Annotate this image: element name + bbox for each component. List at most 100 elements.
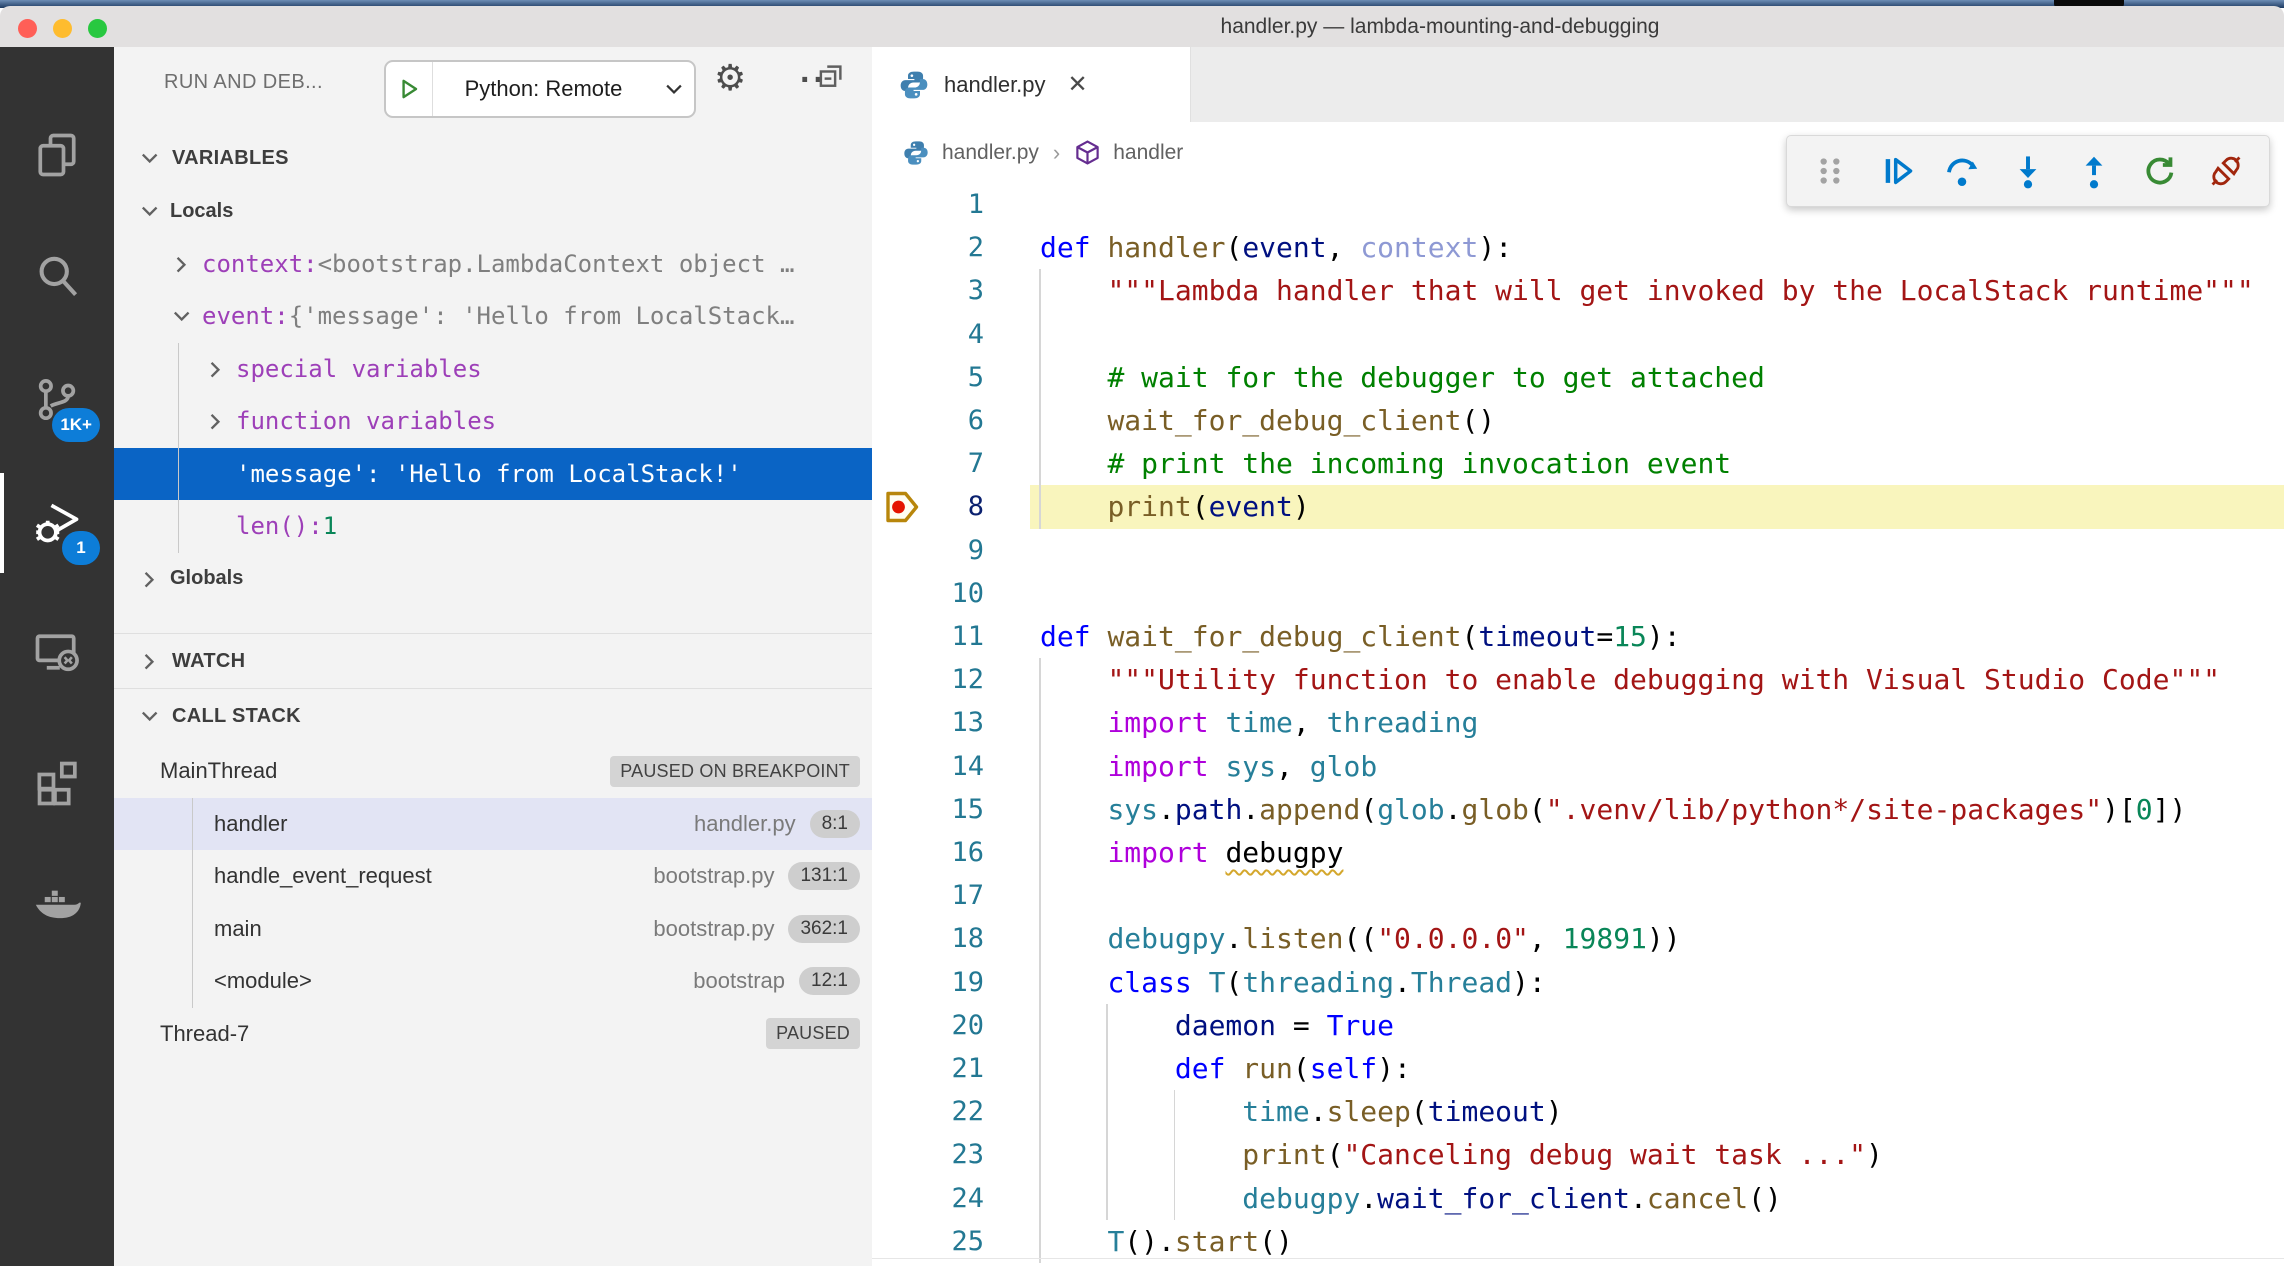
activity-item-source-control[interactable]: 1K+	[0, 344, 114, 456]
token: ])	[2153, 793, 2187, 826]
gear-icon[interactable]: ⚙	[714, 57, 746, 99]
line-number[interactable]: 16	[872, 837, 1030, 868]
variable-row-event[interactable]: event: {'message': 'Hello from LocalStac…	[114, 290, 872, 342]
debug-step-into-button[interactable]	[1995, 141, 2061, 201]
code-line-18[interactable]: 18 debugpy.listen(("0.0.0.0", 19891))	[872, 917, 2284, 960]
line-number[interactable]: 11	[872, 621, 1030, 652]
activity-item-run-and-debug[interactable]: 1	[0, 467, 114, 579]
stack-row-mainthread[interactable]: MainThreadPAUSED ON BREAKPOINT	[114, 745, 872, 797]
code-line-15[interactable]: 15 sys.path.append(glob.glob(".venv/lib/…	[872, 788, 2284, 831]
line-number[interactable]: 21	[872, 1053, 1030, 1084]
line-number[interactable]: 7	[872, 448, 1030, 479]
code-line-14[interactable]: 14 import sys, glob	[872, 745, 2284, 788]
code-line-6[interactable]: 6 wait_for_debug_client()	[872, 399, 2284, 442]
code-line-9[interactable]: 9	[872, 529, 2284, 572]
code-line-2[interactable]: 2def handler(event, context):	[872, 226, 2284, 269]
token: self	[1310, 1052, 1377, 1085]
token: sleep	[1327, 1095, 1411, 1128]
line-number[interactable]: 25	[872, 1226, 1030, 1257]
tab-close-icon[interactable]: ✕	[1068, 70, 1088, 99]
code-line-16[interactable]: 16 import debugpy	[872, 831, 2284, 874]
variable-row-context[interactable]: context: <bootstrap.LambdaContext object…	[114, 238, 872, 290]
code-line-17[interactable]: 17	[872, 874, 2284, 917]
line-number[interactable]: 10	[872, 578, 1030, 609]
debug-step-over-button[interactable]	[1929, 141, 1995, 201]
code-line-12[interactable]: 12 """Utility function to enable debuggi…	[872, 658, 2284, 701]
token: (	[1192, 490, 1209, 523]
code-line-22[interactable]: 22 time.sleep(timeout)	[872, 1090, 2284, 1133]
start-debug-icon[interactable]	[386, 62, 433, 116]
debug-step-out-button[interactable]	[2061, 141, 2127, 201]
code-line-8[interactable]: 8 print(event)	[872, 485, 2284, 528]
stack-row-frame-handler[interactable]: handlerhandler.py8:1	[114, 798, 872, 850]
code-line-7[interactable]: 7 # print the incoming invocation event	[872, 442, 2284, 485]
code-line-5[interactable]: 5 # wait for the debugger to get attache…	[872, 356, 2284, 399]
line-number[interactable]: 6	[872, 405, 1030, 436]
activity-item-docker[interactable]	[0, 851, 114, 963]
variable-row-globals[interactable]: Globals	[114, 553, 872, 605]
code-line-4[interactable]: 4	[872, 313, 2284, 356]
line-number[interactable]: 24	[872, 1183, 1030, 1214]
line-number[interactable]: 20	[872, 1010, 1030, 1041]
breadcrumb-symbol[interactable]: handler	[1113, 141, 1183, 165]
tab-handler-py[interactable]: handler.py ✕	[872, 47, 1191, 122]
line-number[interactable]: 14	[872, 751, 1030, 782]
line-number[interactable]: 1	[872, 189, 1030, 220]
line-number[interactable]: 9	[872, 535, 1030, 566]
traffic-light-maximize[interactable]	[88, 19, 107, 38]
code-line-21[interactable]: 21 def run(self):	[872, 1047, 2284, 1090]
stack-row-frame-main[interactable]: mainbootstrap.py362:1	[114, 903, 872, 955]
docker-icon	[31, 881, 83, 933]
variable-row-message[interactable]: 'message': 'Hello from LocalStack!'	[114, 448, 872, 500]
debug-continue-button[interactable]	[1863, 141, 1929, 201]
line-number[interactable]: 17	[872, 880, 1030, 911]
watch-header[interactable]: WATCH	[114, 635, 872, 687]
traffic-light-minimize[interactable]	[53, 19, 72, 38]
variable-row-function-variables[interactable]: function variables	[114, 395, 872, 447]
activity-item-extensions[interactable]	[0, 725, 114, 837]
line-number[interactable]: 18	[872, 923, 1030, 954]
activity-item-remote-explorer[interactable]	[0, 596, 114, 708]
line-number[interactable]: 12	[872, 664, 1030, 695]
code-line-20[interactable]: 20 daemon = True	[872, 1004, 2284, 1047]
variable-row-special-variables[interactable]: special variables	[114, 343, 872, 395]
code-line-19[interactable]: 19 class T(threading.Thread):	[872, 961, 2284, 1004]
code-line-3[interactable]: 3 """Lambda handler that will get invoke…	[872, 269, 2284, 312]
stack-row-frame-handle-event-request[interactable]: handle_event_requestbootstrap.py131:1	[114, 850, 872, 902]
activity-item-search[interactable]	[0, 221, 114, 333]
breakpoint-current-line-icon[interactable]	[882, 489, 922, 525]
variables-header[interactable]: VARIABLES	[114, 132, 872, 184]
code-line-24[interactable]: 24 debugpy.wait_for_client.cancel()	[872, 1177, 2284, 1220]
debug-gripper-handle[interactable]	[1797, 141, 1863, 201]
line-number[interactable]: 4	[872, 319, 1030, 350]
stack-row-thread-7[interactable]: Thread-7PAUSED	[114, 1008, 872, 1060]
breadcrumb-file[interactable]: handler.py	[942, 141, 1039, 165]
code-line-25[interactable]: 25 T().start()	[872, 1220, 2284, 1263]
launch-config-dropdown[interactable]: Python: Remote	[384, 60, 696, 118]
code-line-13[interactable]: 13 import time, threading	[872, 701, 2284, 744]
line-number[interactable]: 13	[872, 707, 1030, 738]
token: cancel	[1647, 1182, 1748, 1215]
variable-row-locals[interactable]: Locals	[114, 185, 872, 237]
call-stack-header[interactable]: CALL STACK	[114, 690, 872, 742]
line-number[interactable]: 5	[872, 362, 1030, 393]
activity-item-explorer[interactable]	[0, 99, 114, 211]
line-number[interactable]: 3	[872, 275, 1030, 306]
line-number[interactable]: 15	[872, 794, 1030, 825]
line-number[interactable]: 23	[872, 1139, 1030, 1170]
code-editor[interactable]: 1 2def handler(event, context):3 """Lambd…	[872, 183, 2284, 1266]
collapse-all-icon[interactable]	[816, 61, 846, 91]
debug-restart-button[interactable]	[2127, 141, 2193, 201]
code-line-10[interactable]: 10	[872, 572, 2284, 615]
code-line-23[interactable]: 23 print("Canceling debug wait task ..."…	[872, 1133, 2284, 1176]
chevron-down-icon	[138, 200, 160, 222]
variable-row-len[interactable]: len(): 1	[114, 500, 872, 552]
token: wait_for_debug_client	[1107, 404, 1461, 437]
line-number[interactable]: 2	[872, 232, 1030, 263]
debug-disconnect-button[interactable]	[2193, 141, 2259, 201]
traffic-light-close[interactable]	[18, 19, 37, 38]
stack-row-frame-module[interactable]: <module>bootstrap12:1	[114, 955, 872, 1007]
code-line-11[interactable]: 11def wait_for_debug_client(timeout=15):	[872, 615, 2284, 658]
line-number[interactable]: 19	[872, 967, 1030, 998]
line-number[interactable]: 22	[872, 1096, 1030, 1127]
